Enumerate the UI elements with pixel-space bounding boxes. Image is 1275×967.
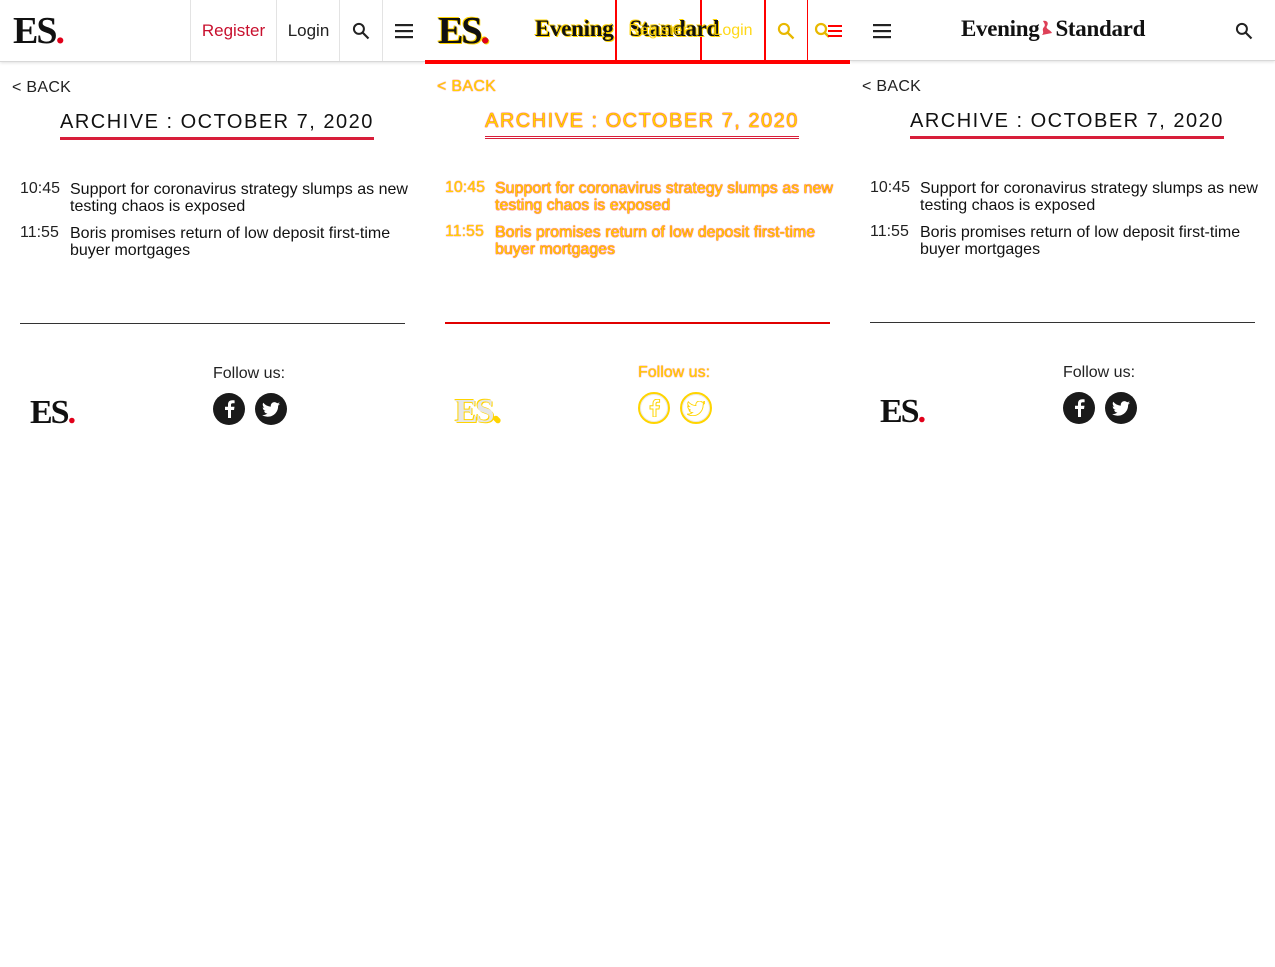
- twitter-icon: [262, 401, 280, 417]
- twitter-icon: [687, 400, 705, 416]
- swan-icon: [1042, 20, 1053, 35]
- register-button[interactable]: Register: [190, 0, 276, 61]
- article-headline[interactable]: Support for coronavirus strategy slumps …: [495, 180, 835, 214]
- logo-dot: .: [480, 10, 489, 52]
- evening-standard-logo[interactable]: Evening Standard: [961, 16, 1145, 42]
- logo-dot: .: [917, 393, 926, 430]
- article-time: 11:55: [20, 224, 59, 241]
- twitter-button[interactable]: [680, 392, 712, 424]
- top-bar: Evening Standard: [850, 0, 1275, 61]
- es-logo[interactable]: ES.: [13, 10, 65, 52]
- article-headline[interactable]: Support for coronavirus strategy slumps …: [920, 180, 1260, 214]
- facebook-button[interactable]: [213, 393, 245, 425]
- facebook-button[interactable]: [1063, 392, 1095, 424]
- footer-es-logo[interactable]: ES.: [455, 393, 501, 430]
- logo-text: ES: [438, 10, 483, 52]
- menu-icon: [872, 23, 891, 38]
- follow-label: Follow us:: [638, 364, 711, 381]
- logo-text: ES: [880, 393, 920, 430]
- article-headline[interactable]: Boris promises return of low deposit fir…: [920, 224, 1260, 258]
- logo-text: ES: [13, 10, 58, 52]
- page-title: ARCHIVE : OCTOBER 7, 2020: [910, 110, 1224, 139]
- logo-dot: .: [55, 10, 64, 52]
- divider: [870, 322, 1255, 323]
- panel-right: Evening Standard < BACK ARCHIVE : OCTOBER…: [850, 0, 1275, 967]
- logo-text: ES: [455, 393, 495, 430]
- twitter-icon: [1112, 400, 1130, 416]
- footer-es-logo[interactable]: ES.: [880, 393, 926, 430]
- menu-button[interactable]: [382, 0, 425, 61]
- page-title: ARCHIVE : OCTOBER 7, 2020: [485, 110, 799, 139]
- logo-dot: .: [67, 394, 76, 431]
- footer-es-logo[interactable]: ES.: [30, 394, 76, 431]
- panel-overlay: ES. Evening Standard Register Login < BAC…: [425, 0, 850, 967]
- register-button[interactable]: Register: [615, 0, 701, 61]
- search-icon: [1235, 22, 1252, 39]
- logo-word-left: Evening: [961, 16, 1040, 41]
- article-time: 11:55: [870, 223, 909, 240]
- article-time: 10:45: [20, 180, 61, 197]
- follow-label: Follow us:: [1063, 364, 1136, 381]
- twitter-button[interactable]: [255, 393, 287, 425]
- menu-button[interactable]: [860, 0, 903, 61]
- search-icon: [777, 22, 795, 39]
- article-time: 10:45: [445, 179, 486, 196]
- logo-dot: .: [492, 393, 501, 430]
- article-time: 10:45: [870, 179, 911, 196]
- article-headline[interactable]: Boris promises return of low deposit fir…: [495, 224, 835, 258]
- menu-icon: [395, 23, 413, 38]
- login-button[interactable]: Login: [276, 0, 340, 61]
- login-button[interactable]: Login: [701, 0, 765, 61]
- search-button[interactable]: [1222, 0, 1265, 61]
- divider: [20, 323, 405, 324]
- search-menu-icon: [814, 22, 842, 38]
- article-headline[interactable]: Boris promises return of low deposit fir…: [70, 225, 410, 259]
- facebook-icon: [649, 399, 661, 417]
- back-link[interactable]: < BACK: [12, 79, 71, 97]
- top-bar: ES. Register Login: [0, 0, 425, 62]
- back-link[interactable]: < BACK: [862, 78, 921, 96]
- es-logo[interactable]: ES.: [438, 10, 490, 52]
- search-button[interactable]: [764, 0, 807, 61]
- logo-word-left: Evening: [535, 16, 614, 41]
- twitter-button[interactable]: [1105, 392, 1137, 424]
- facebook-icon: [1075, 399, 1085, 417]
- logo-word-right: Standard: [1055, 16, 1146, 41]
- facebook-button[interactable]: [638, 392, 670, 424]
- page-title: ARCHIVE : OCTOBER 7, 2020: [60, 111, 374, 140]
- logo-text: ES: [30, 394, 70, 431]
- panel-left: ES. Register Login < BACK ARCHIVE : OCTO…: [0, 0, 425, 967]
- facebook-icon: [225, 400, 235, 418]
- article-headline[interactable]: Support for coronavirus strategy slumps …: [70, 181, 410, 215]
- back-link[interactable]: < BACK: [437, 78, 496, 96]
- article-time: 11:55: [445, 223, 484, 240]
- search-icon: [352, 22, 370, 39]
- follow-label: Follow us:: [213, 365, 286, 382]
- search-button[interactable]: [339, 0, 382, 61]
- top-bar-overlay: ES. Evening Standard Register Login: [425, 0, 850, 64]
- divider: [445, 322, 830, 324]
- search-menu-button[interactable]: [807, 0, 850, 61]
